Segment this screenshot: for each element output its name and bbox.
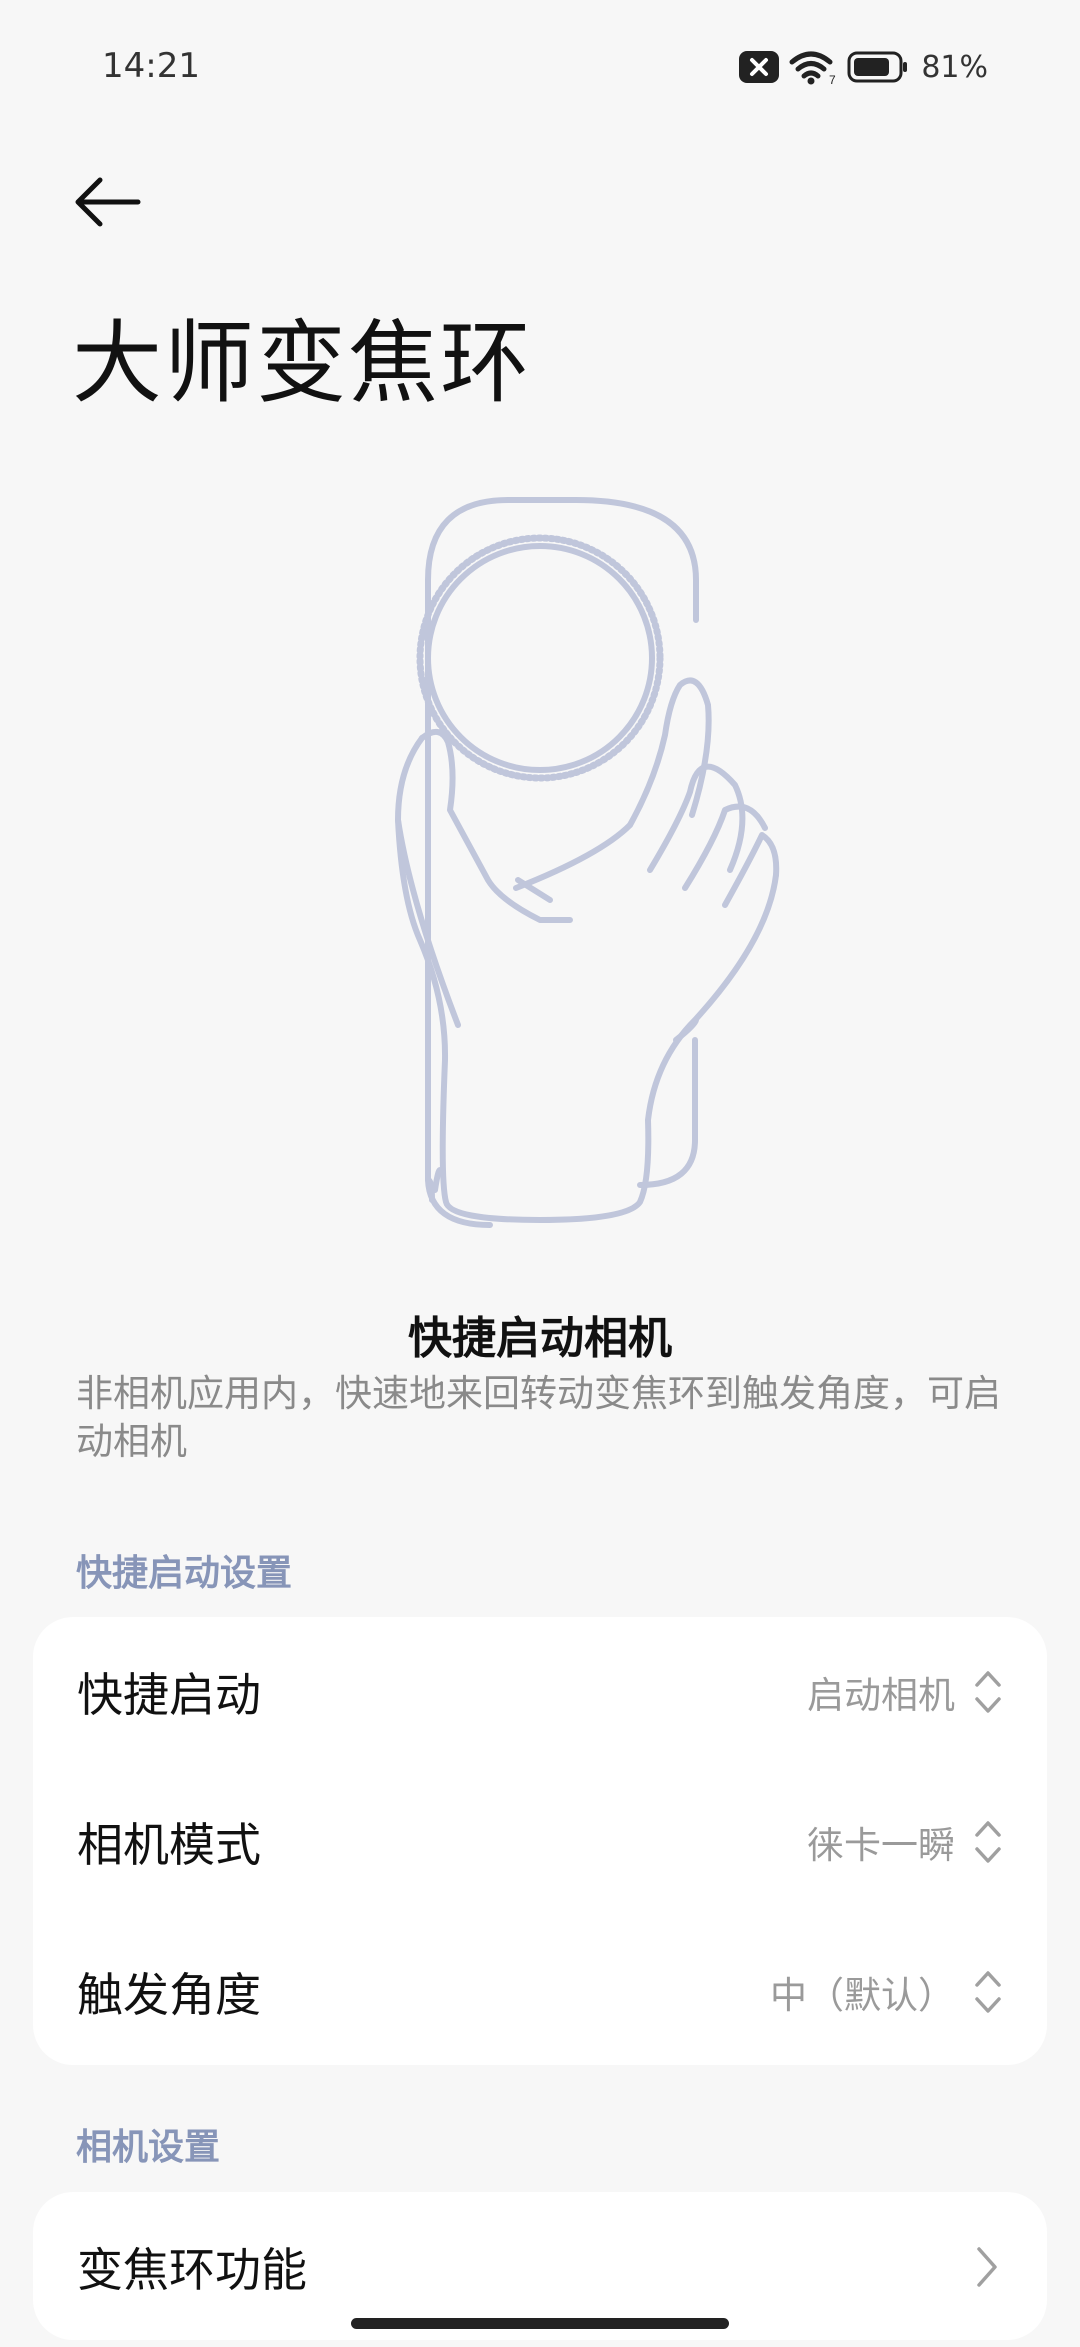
quick-launch-settings-card: 快捷启动 启动相机 相机模式 徕卡一瞬 触发角度 中（默认） (33, 1617, 1047, 2065)
hand-holding-phone-illustration (395, 497, 780, 1228)
row-label: 触发角度 (77, 1968, 261, 2022)
zoom-ring (425, 543, 655, 773)
feature-description: 非相机应用内，快速地来回转动变焦环到触发角度，可启动相机 (76, 1372, 1001, 1463)
notification-blocked-icon (739, 51, 780, 83)
section-label-camera: 相机设置 (76, 2127, 221, 2168)
row-value: 启动相机 (807, 1674, 955, 1717)
battery-percent: 81% (921, 49, 988, 85)
row-label: 变焦环功能 (77, 2243, 307, 2297)
home-indicator[interactable] (351, 2318, 729, 2329)
row-trigger-angle[interactable]: 触发角度 中（默认） (33, 1917, 1047, 2067)
feature-title: 快捷启动相机 (408, 1313, 672, 1364)
status-icons: 7 81% (737, 48, 988, 86)
section-label-quick-launch: 快捷启动设置 (76, 1553, 293, 1594)
up-down-chevron-icon (975, 1971, 1001, 2013)
up-down-chevron-icon (975, 1671, 1001, 1713)
row-label: 相机模式 (77, 1818, 261, 1872)
status-time: 14:21 (102, 46, 200, 86)
wifi-band-label: 7 (829, 73, 836, 86)
chevron-right-icon (977, 2247, 997, 2287)
up-down-chevron-icon (975, 1821, 1001, 1863)
row-value: 中（默认） (770, 1974, 955, 2017)
wifi-icon: 7 (789, 51, 836, 86)
page-title: 大师变焦环 (72, 311, 532, 416)
row-label: 快捷启动 (77, 1668, 261, 1722)
battery-icon (847, 51, 908, 83)
row-quick-launch[interactable]: 快捷启动 启动相机 (33, 1617, 1047, 1767)
arrow-left-icon (75, 177, 141, 227)
row-value: 徕卡一瞬 (807, 1824, 955, 1867)
back-button[interactable] (70, 170, 144, 234)
status-bar: 14:21 7 81% (0, 0, 1080, 140)
row-camera-mode[interactable]: 相机模式 徕卡一瞬 (33, 1767, 1047, 1917)
